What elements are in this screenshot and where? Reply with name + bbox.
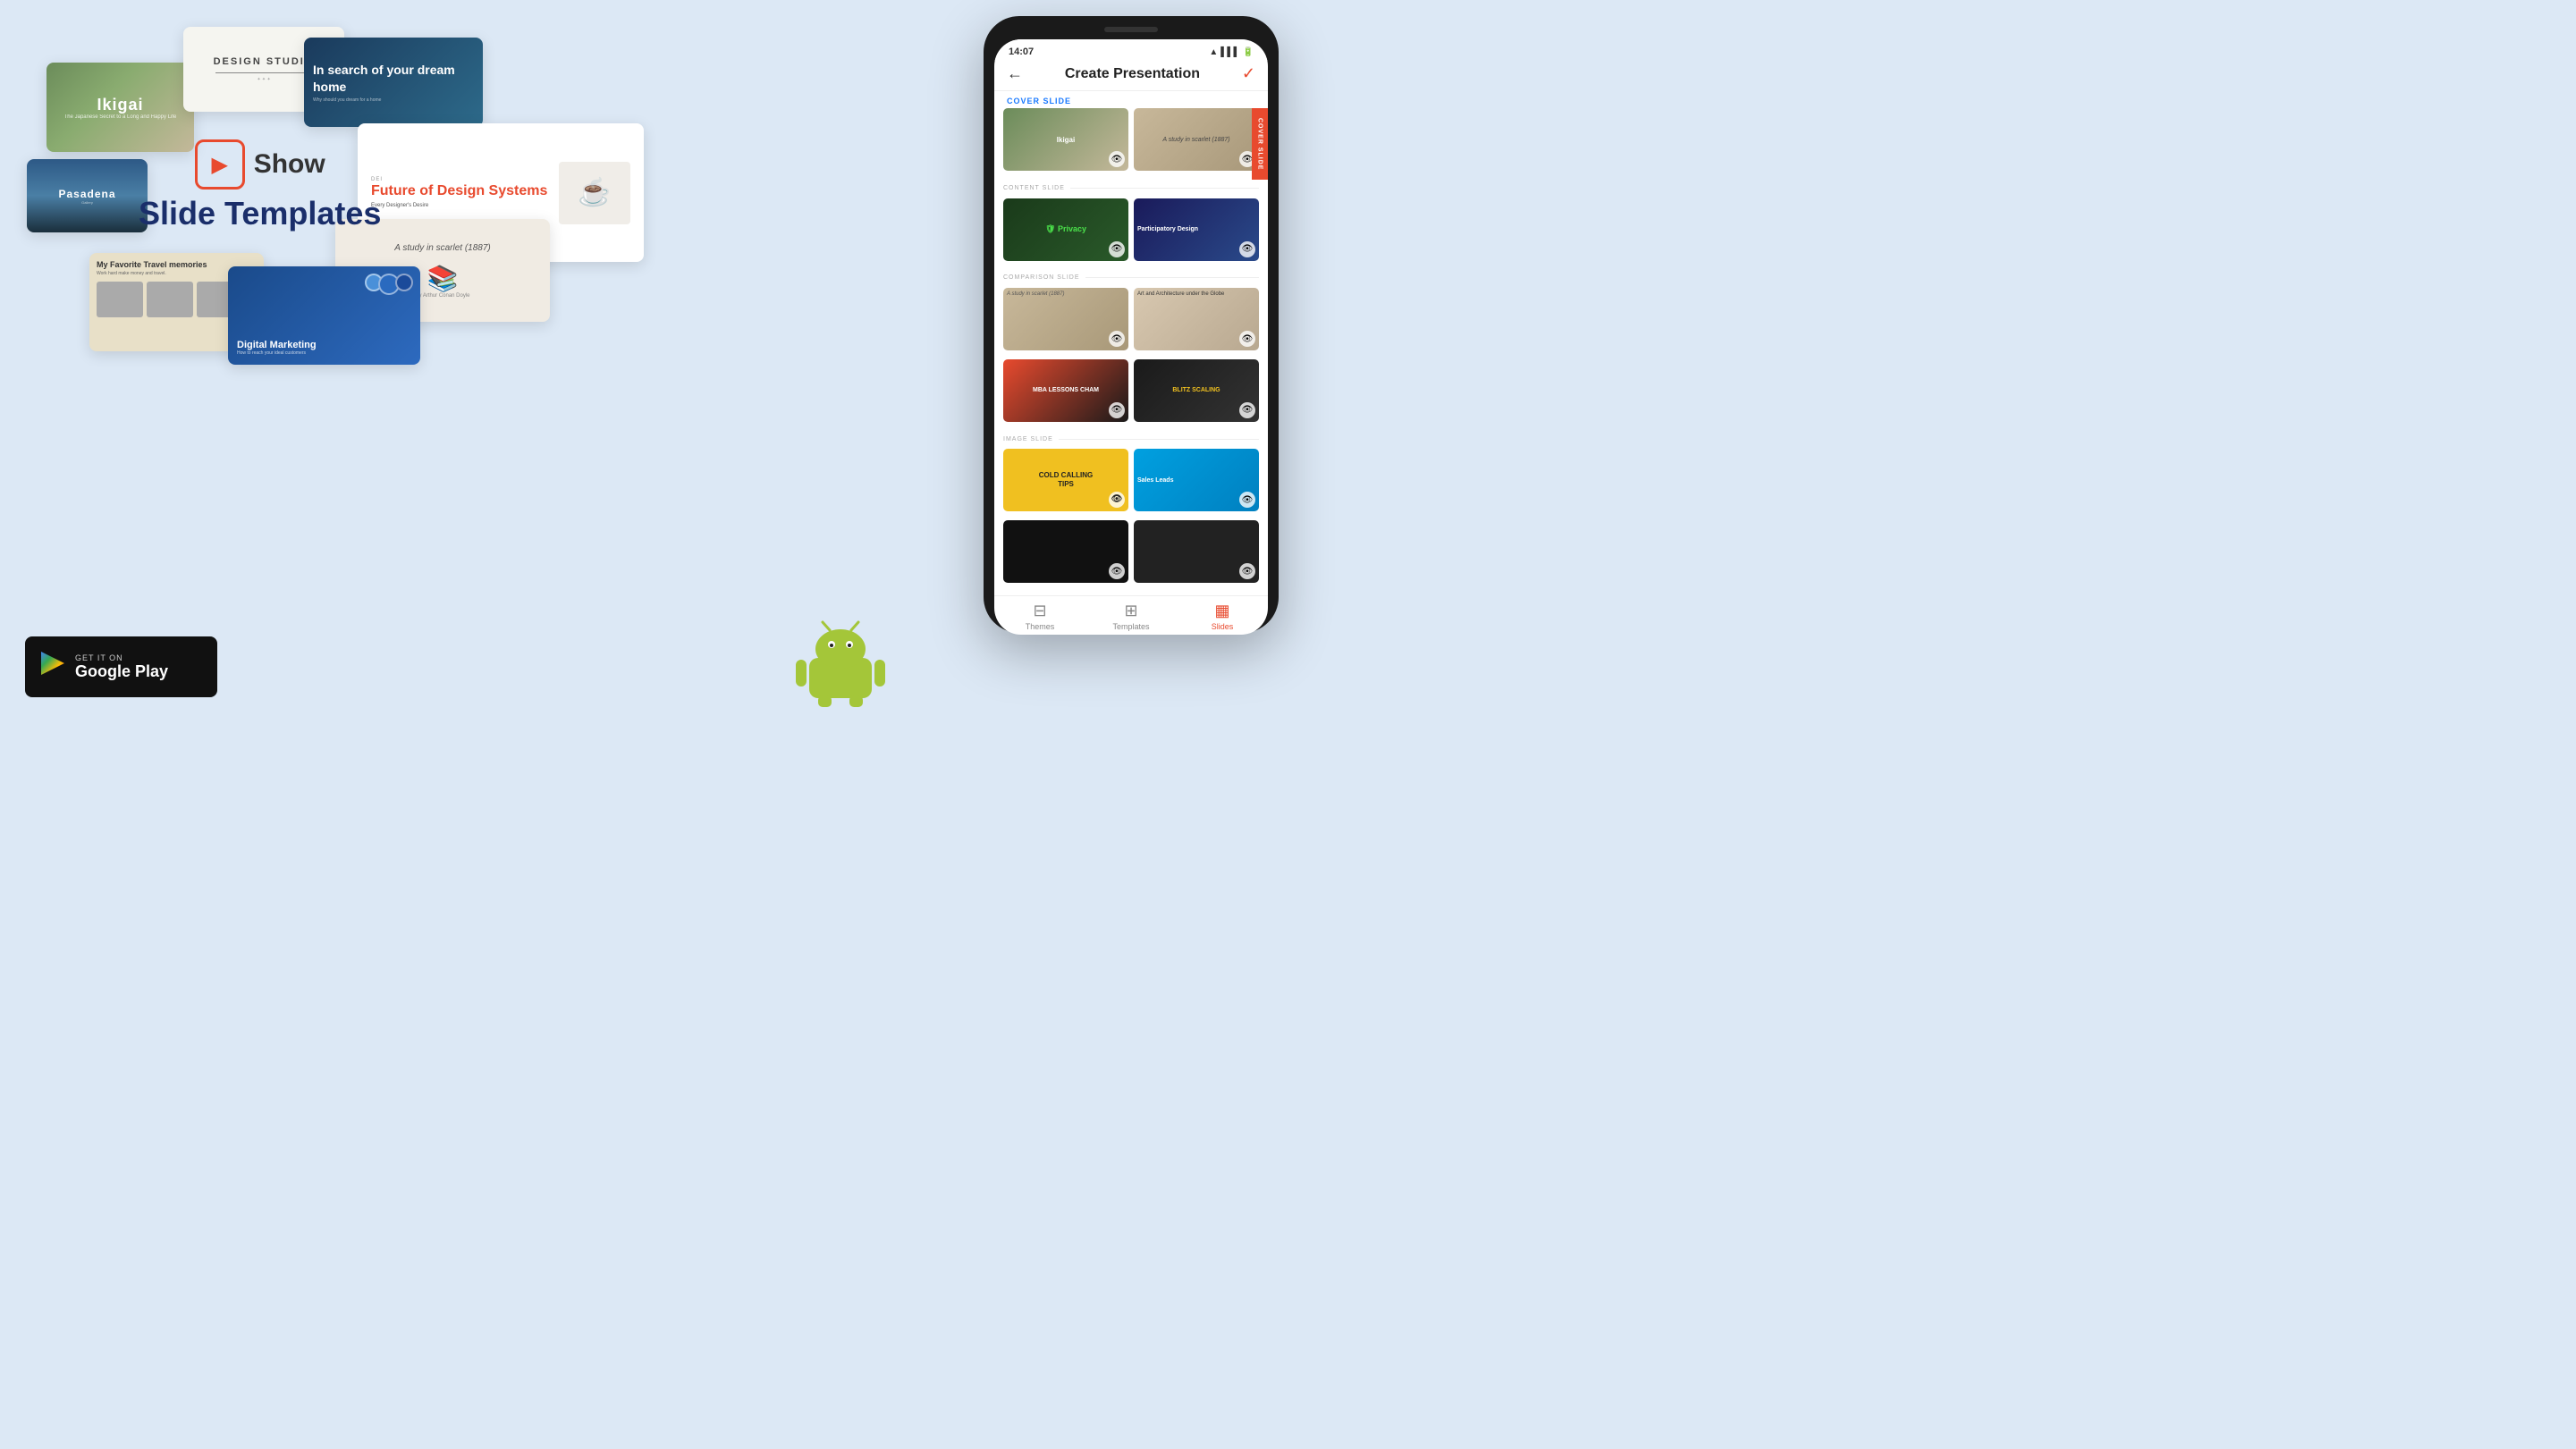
- mug-icon: ☕: [578, 177, 611, 208]
- slide-grid-container: Ikigai 👁 A study in scarlet (1887) 👁 CON…: [994, 108, 1268, 595]
- slides-label: Slides: [1212, 622, 1234, 631]
- eye-icon-privacy[interactable]: 👁: [1109, 241, 1125, 257]
- comparison-slide-label: COMPARISON SLIDE: [1003, 269, 1259, 282]
- pasadena-subtitle: Gallery: [58, 200, 115, 205]
- pasadena-card: Pasadena Gallery: [27, 159, 148, 232]
- cover-side-label: COVER SLIDE: [1252, 108, 1268, 180]
- nav-templates[interactable]: ⊞ Templates: [1085, 602, 1177, 631]
- design-studio-title: DESIGN STUDIO: [214, 56, 315, 67]
- status-bar: 14:07 ▲ ▌▌▌ 🔋: [994, 39, 1268, 61]
- slide-thumb-cold[interactable]: COLD CALLINGTIPS 👁: [1003, 449, 1128, 511]
- templates-label: Templates: [1112, 622, 1149, 631]
- google-play-icon: [39, 650, 66, 684]
- scarlet-subtitle: By Arthur Conan Doyle: [415, 293, 469, 299]
- show-label: Show: [254, 149, 325, 180]
- cover-slide-label: COVER SLIDE: [994, 91, 1268, 108]
- themes-icon: ⊟: [1033, 602, 1046, 620]
- books-icon: 📚: [427, 264, 459, 293]
- check-button[interactable]: ✓: [1242, 64, 1255, 83]
- slide-thumb-scarlet[interactable]: A study in scarlet (1887) 👁: [1003, 288, 1128, 350]
- eye-icon-art[interactable]: 👁: [1239, 331, 1255, 347]
- tagline: Slide Templates: [139, 195, 381, 232]
- phone-time: 14:07: [1009, 46, 1034, 57]
- show-icon: ▶: [195, 139, 245, 190]
- eye-icon-dark1[interactable]: 👁: [1109, 563, 1125, 579]
- slide-thumb-blitz[interactable]: BLITZ SCALING 👁: [1134, 359, 1259, 422]
- eye-icon-dark2[interactable]: 👁: [1239, 563, 1255, 579]
- slide-grid[interactable]: Ikigai 👁 A study in scarlet (1887) 👁 CON…: [994, 108, 1268, 595]
- slide-thumb-privacy[interactable]: 🛡 Privacy 👁: [1003, 198, 1128, 261]
- back-button[interactable]: ←: [1007, 64, 1023, 83]
- travel-photo-1: [97, 282, 143, 317]
- play-icon: ▶: [211, 152, 227, 178]
- eye-icon-scarlet[interactable]: 👁: [1109, 331, 1125, 347]
- signal-icon: ▌▌▌: [1220, 47, 1239, 57]
- google-play-badge[interactable]: GET IT ON Google Play: [25, 636, 217, 697]
- scarlet-title: A study in scarlet (1887): [394, 243, 490, 253]
- avatar-3: [395, 274, 413, 291]
- eye-icon-ikigai[interactable]: 👁: [1109, 151, 1125, 167]
- slide-thumb-book[interactable]: A study in scarlet (1887) 👁: [1134, 108, 1259, 171]
- digital-title: Digital Marketing: [237, 340, 411, 350]
- slide-thumb-dark2[interactable]: 👁: [1134, 520, 1259, 583]
- nav-slides[interactable]: ▦ Slides: [1177, 602, 1268, 631]
- design-studio-divider: [215, 72, 312, 73]
- ikigai-title: Ikigai: [64, 96, 177, 114]
- android-mascot: [796, 618, 885, 724]
- image-slide-label: IMAGE SLIDE: [1003, 431, 1259, 444]
- slide-thumb-participatory[interactable]: Participatory Design 👁: [1134, 198, 1259, 261]
- slide-thumb-ikigai[interactable]: Ikigai 👁: [1003, 108, 1128, 171]
- slide-thumb-dark1[interactable]: 👁: [1003, 520, 1128, 583]
- pasadena-title: Pasadena: [58, 188, 115, 200]
- slides-icon: ▦: [1214, 602, 1229, 620]
- phone-screen: 14:07 ▲ ▌▌▌ 🔋 ← Create Presentation ✓ CO…: [994, 39, 1268, 635]
- wifi-icon: ▲: [1209, 47, 1218, 57]
- ikigai-subtitle: The Japanese Secret to a Long and Happy …: [64, 114, 177, 120]
- ikigai-card: Ikigai The Japanese Secret to a Long and…: [46, 63, 194, 152]
- slide-thumb-art[interactable]: Art and Architecture under the Globe 👁: [1134, 288, 1259, 350]
- eye-icon-participatory[interactable]: 👁: [1239, 241, 1255, 257]
- digital-subtitle: How to reach your ideal customers: [237, 350, 411, 356]
- digital-card: Digital Marketing How to reach your idea…: [228, 266, 420, 365]
- slide-thumb-mba[interactable]: MBA LESSONS CHAM 👁: [1003, 359, 1128, 422]
- phone-mockup: 14:07 ▲ ▌▌▌ 🔋 ← Create Presentation ✓ CO…: [984, 16, 1279, 633]
- slide-thumb-sales[interactable]: Sales Leads 👁: [1134, 449, 1259, 511]
- eye-icon-blitz[interactable]: 👁: [1239, 402, 1255, 418]
- bottom-nav: ⊟ Themes ⊞ Templates ▦ Slides: [994, 595, 1268, 635]
- status-icons: ▲ ▌▌▌ 🔋: [1209, 47, 1254, 57]
- travel-photo-2: [147, 282, 193, 317]
- content-slide-label: CONTENT SLIDE: [1003, 180, 1259, 193]
- future-subtitle: Every Designer's Desire: [371, 203, 547, 208]
- dream-home-subtitle: Why should you dream for a home: [313, 97, 474, 103]
- show-logo-section: ▶ Show Slide Templates: [139, 139, 381, 232]
- design-studio-flowers: ✦ ✦ ✦: [257, 77, 270, 82]
- eye-icon-mba[interactable]: 👁: [1109, 402, 1125, 418]
- dream-home-title: In search of your dream home: [313, 62, 474, 94]
- future-title: Future of Design Systems: [371, 182, 547, 199]
- templates-icon: ⊞: [1124, 602, 1137, 620]
- google-play-label: Google Play: [75, 662, 168, 681]
- get-it-on-label: GET IT ON: [75, 653, 168, 662]
- phone-header-title: Create Presentation: [1065, 66, 1200, 82]
- dream-home-card: In search of your dream home Why should …: [304, 38, 483, 127]
- battery-icon: 🔋: [1243, 47, 1254, 57]
- phone-header: ← Create Presentation ✓: [994, 61, 1268, 91]
- themes-label: Themes: [1026, 622, 1055, 631]
- nav-themes[interactable]: ⊟ Themes: [994, 602, 1085, 631]
